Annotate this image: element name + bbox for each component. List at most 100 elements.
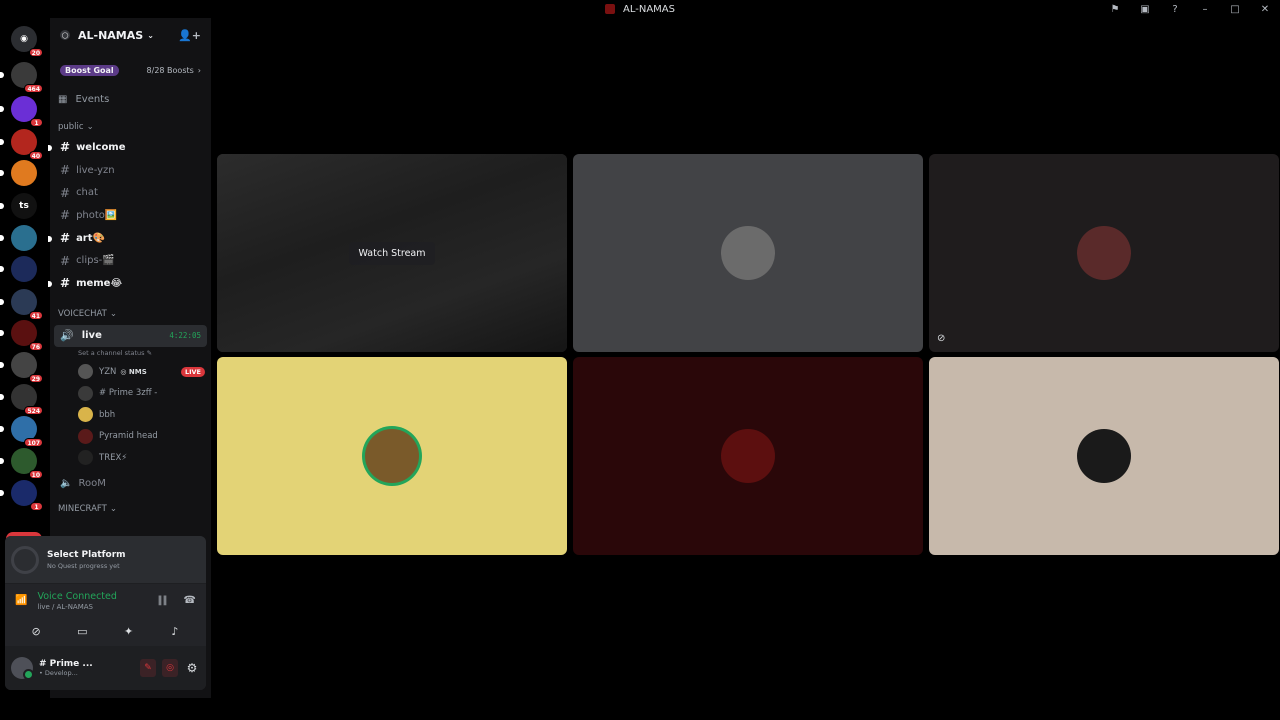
server-badge: 41 [28,311,43,320]
avatar [365,429,419,483]
flag-icon[interactable]: ⚑ [1100,0,1130,18]
text-channel[interactable]: # live-yzn [50,159,211,182]
category-voicechat[interactable]: VOICECHAT ⌄ [50,305,211,323]
voice-user[interactable]: TREX⚡ [50,447,211,469]
unread-pip [0,203,4,209]
soundboard-icon[interactable]: ♪ [165,625,185,638]
inbox-icon[interactable]: ▣ [1130,0,1160,18]
voice-user[interactable]: # Prime 3zff - [50,382,211,404]
server-icon[interactable]: 41 [0,289,43,320]
camera-off-icon[interactable]: ⊘ [26,625,46,638]
hash-icon: # [60,253,71,268]
category-minecraft[interactable]: MINECRAFT ⌄ [50,500,211,518]
voice-connected-subtitle[interactable]: live / AL-NAMAS [37,603,116,611]
boost-goal-bar[interactable]: Boost Goal 8/28 Boosts › [56,60,205,80]
text-channel[interactable]: # photo🖼️ [50,204,211,227]
user-tag: ◎ NMS [120,367,147,376]
voice-stage: Watch Stream ⊘ [211,18,1280,720]
voice-user[interactable]: bbh [50,404,211,426]
voice-connected-bar: 📶 Voice Connected live / AL-NAMAS ‖‖ ☎ [5,583,206,617]
help-icon[interactable]: ? [1160,0,1190,18]
hash-icon: # [60,276,71,291]
avatar[interactable] [11,657,34,680]
voice-timer: 4:22:05 [169,331,201,341]
server-icon[interactable]: 1 [0,480,43,511]
participant-tile[interactable]: ⊘ [929,154,1279,352]
text-channel[interactable]: # meme😂 [48,272,211,295]
activities-icon[interactable]: ✦ [119,625,139,638]
server-icon[interactable]: 107 [0,416,43,447]
text-channel[interactable]: # chat [50,181,211,204]
minimize-icon[interactable]: – [1190,0,1220,18]
server-badge: 464 [24,84,43,93]
voice-user-name: bbh [99,409,116,420]
participant-tile[interactable] [573,154,923,352]
mute-mic-icon[interactable]: ✎ [140,659,156,677]
invite-icon[interactable]: 👤+ [178,29,201,42]
server-icon[interactable] [0,256,37,282]
home-badge: 20 [28,48,43,57]
username[interactable]: # Prime ... [39,659,93,669]
channel-name: welcome [76,141,126,153]
participant-tile[interactable] [929,357,1279,555]
noise-suppression-icon[interactable]: ‖‖ [158,595,168,606]
avatar [1077,226,1131,280]
close-icon[interactable]: ✕ [1250,0,1280,18]
voice-connected-title[interactable]: Voice Connected [37,591,116,602]
text-channel[interactable]: # art🎨 [48,227,211,250]
server-icon[interactable]: 1 [0,96,43,127]
quest-card[interactable]: Select Platform No Quest progress yet [5,536,206,583]
boost-goal-label: Boost Goal [60,64,119,76]
gear-icon[interactable]: ⚙ [184,661,200,675]
category-public[interactable]: public ⌄ [50,118,211,136]
calendar-icon: ▦ [58,93,68,105]
deafen-icon[interactable]: ◎ [162,659,178,677]
disconnect-icon[interactable]: ☎ [184,595,196,606]
server-icon[interactable]: 464 [0,62,43,93]
live-badge: LIVE [180,366,205,377]
channel-status[interactable]: Set a channel status ✎ [50,349,211,361]
text-channel[interactable]: # welcome [48,136,211,159]
voice-user-name: YZN [99,366,117,377]
window-title: AL-NAMAS [623,3,675,15]
watch-stream-button[interactable]: Watch Stream [348,241,436,265]
signal-icon[interactable]: 📶 [15,595,27,606]
home-button[interactable]: ◉ 20 [11,26,43,57]
unread-pip [0,106,4,112]
guild-header[interactable]: ◯ AL-NAMAS ⌄ 👤+ [50,18,211,52]
voice-user-name: TREX⚡ [99,452,128,463]
server-icon[interactable]: 10 [0,448,43,479]
title-bar: AL-NAMAS ⚑ ▣ ? – □ ✕ [0,0,1280,18]
participant-tile[interactable]: Watch Stream [217,154,567,352]
user-status: • Develop... [39,669,78,677]
chevron-down-icon: ⌄ [147,30,154,40]
avatar [78,428,93,444]
voice-channel-live[interactable]: 🔊 live 4:22:05 [54,324,207,347]
server-badge: 1 [30,502,43,511]
server-icon[interactable]: 40 [0,129,43,160]
server-icon[interactable]: 524 [0,384,43,415]
server-icon[interactable]: 76 [0,320,43,351]
pencil-icon: ✎ [146,348,153,357]
voice-channel-room[interactable]: 🔈 RooM [50,472,211,494]
text-channel[interactable]: # clips-🎬 [50,249,211,272]
voice-user[interactable]: Pyramid head [50,425,211,447]
voice-user[interactable]: YZN ◎ NMS LIVE [50,361,211,383]
participant-tile[interactable] [573,357,923,555]
screen-share-icon[interactable]: ▭ [72,625,92,638]
server-icon[interactable] [0,160,37,186]
hash-icon: # [60,163,71,178]
server-icon[interactable]: ts [0,193,37,219]
participant-tile[interactable] [217,357,567,555]
guild-name: AL-NAMAS [78,28,144,42]
server-badge: 107 [24,438,43,447]
server-badge: 1 [30,118,43,127]
maximize-icon[interactable]: □ [1220,0,1250,18]
server-icon[interactable] [0,225,37,251]
avatar [78,407,93,423]
channel-name: meme😂 [76,277,123,289]
server-icon[interactable]: 29 [0,352,43,383]
voice-user-name: Pyramid head [99,431,158,442]
events-item[interactable]: ▦ Events [58,88,203,110]
channel-name: art🎨 [76,232,105,244]
